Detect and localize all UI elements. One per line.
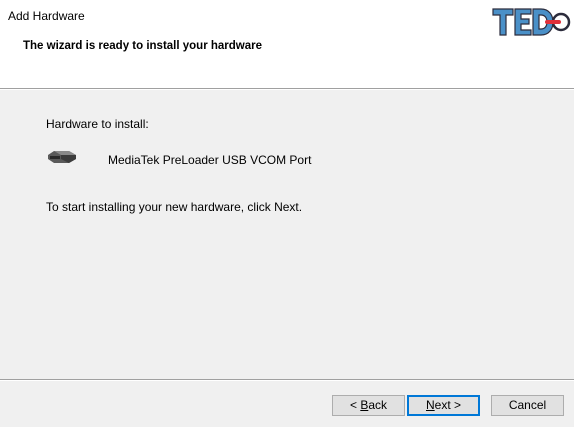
wizard-header: Add Hardware The wizard is ready to inst… (0, 0, 574, 88)
add-hardware-window: Add Hardware The wizard is ready to inst… (0, 0, 574, 427)
next-button-rest: ext (434, 398, 451, 412)
back-button[interactable]: < Back (332, 395, 405, 416)
wizard-heading: The wizard is ready to install your hard… (23, 40, 263, 52)
device-name: MediaTek PreLoader USB VCOM Port (108, 153, 312, 167)
ted-logo (492, 8, 571, 36)
next-button-mnemonic: N (425, 398, 435, 412)
logo-plug-bar (545, 20, 561, 24)
logo-letter-e (514, 8, 532, 36)
back-button-prefix: < (349, 398, 361, 412)
usb-device-icon (48, 151, 76, 163)
cancel-button[interactable]: Cancel (491, 395, 564, 416)
back-button-rest: ack (368, 398, 388, 412)
instruction-text: To start installing your new hardware, c… (46, 200, 303, 214)
hardware-to-install-label: Hardware to install: (46, 117, 149, 131)
window-title: Add Hardware (8, 9, 85, 23)
next-button-suffix: > (450, 398, 462, 412)
next-button[interactable]: Next > (407, 395, 480, 416)
logo-letter-t (492, 8, 514, 36)
header-separator (0, 88, 574, 90)
footer-separator (0, 379, 574, 381)
